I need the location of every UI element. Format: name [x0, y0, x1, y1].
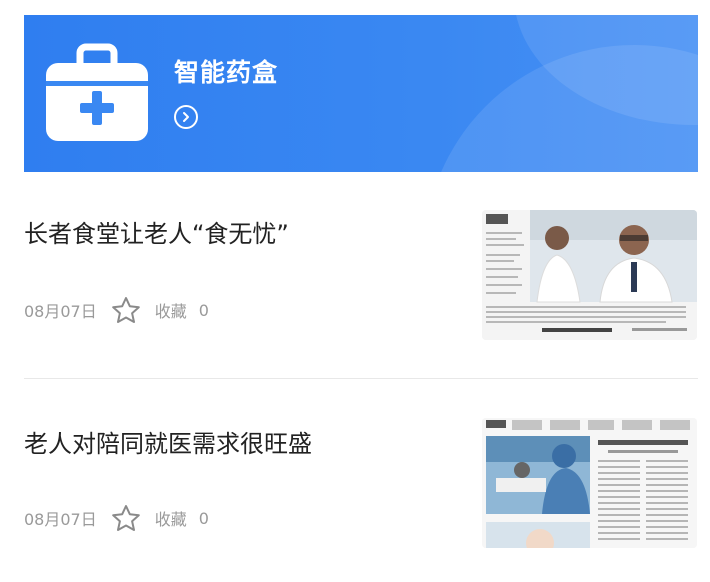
article-title[interactable]: 老人对陪同就医需求很旺盛: [24, 424, 312, 459]
medicine-box-icon: [46, 43, 148, 141]
chevron-right-circle-icon[interactable]: [174, 105, 198, 129]
list-item[interactable]: 长者食堂让老人“食无忧” 08月07日 收藏 0: [24, 208, 698, 358]
article-meta: 08月07日 收藏 0: [24, 296, 209, 324]
newspaper-thumbnail-image: [482, 210, 697, 340]
star-icon[interactable]: [111, 296, 141, 324]
favorite-label: 收藏: [154, 302, 187, 321]
article-thumbnail[interactable]: [482, 210, 697, 340]
star-icon[interactable]: [111, 504, 141, 532]
article-date: 08月07日: [24, 302, 97, 321]
favorite-count: 0: [198, 300, 209, 320]
list-item[interactable]: 老人对陪同就医需求很旺盛 08月07日 收藏 0: [24, 418, 698, 568]
article-thumbnail[interactable]: [482, 418, 697, 548]
article-meta: 08月07日 收藏 0: [24, 504, 209, 532]
smart-medicine-box-banner[interactable]: 智能药盒: [24, 15, 698, 172]
article-title[interactable]: 长者食堂让老人“食无忧”: [24, 214, 289, 249]
favorite-count: 0: [198, 508, 209, 528]
favorite-label: 收藏: [154, 510, 187, 529]
banner-title: 智能药盒: [174, 58, 279, 87]
list-divider: [24, 378, 698, 379]
newspaper-thumbnail-image: [482, 418, 697, 548]
article-date: 08月07日: [24, 510, 97, 529]
